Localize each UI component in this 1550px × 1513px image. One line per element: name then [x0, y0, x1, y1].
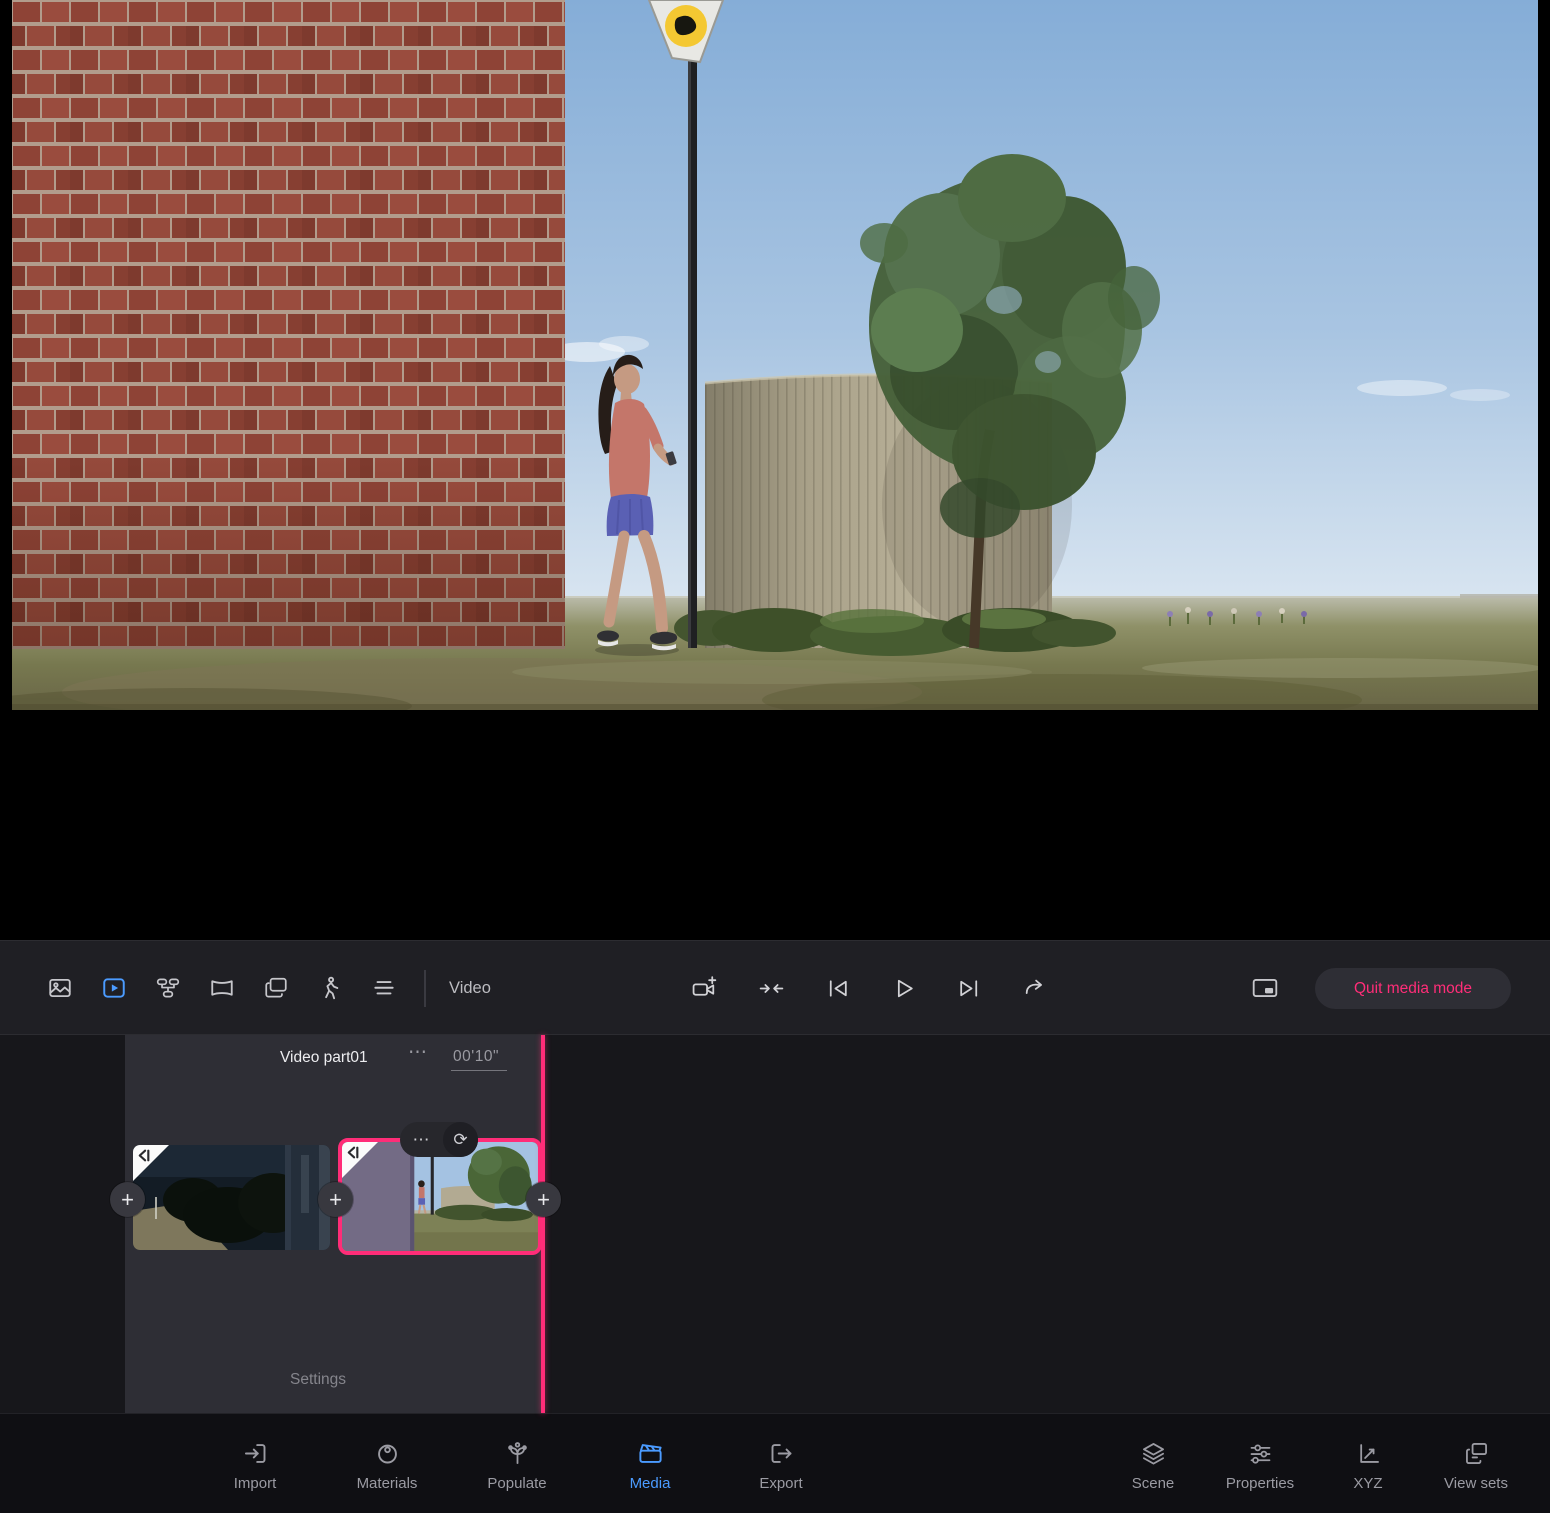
nav-label: Materials — [357, 1475, 418, 1492]
mode-list-button[interactable] — [357, 961, 411, 1015]
skip-to-start-button[interactable] — [810, 961, 864, 1015]
redo-button[interactable] — [1008, 961, 1062, 1015]
render-3d-scene[interactable] — [12, 0, 1538, 710]
walkthrough-icon — [317, 975, 343, 1001]
scene-layers-icon — [1140, 1440, 1167, 1467]
bottom-navigation: Import Materials Populate Media Exp — [0, 1413, 1550, 1513]
more-icon: ⋯ — [413, 1130, 431, 1149]
picture-in-picture-button[interactable] — [1238, 961, 1292, 1015]
add-camera-icon — [692, 975, 719, 1002]
picture-in-picture-icon — [1251, 974, 1279, 1002]
nav-xyz[interactable]: XYZ — [1320, 1414, 1416, 1513]
duration-field[interactable]: 00'10" — [451, 1048, 507, 1071]
toolbar-divider — [424, 970, 426, 1007]
plus-icon: + — [537, 1187, 550, 1212]
more-icon: ⋯ — [408, 1042, 428, 1063]
quit-media-mode-button[interactable]: Quit media mode — [1315, 968, 1511, 1009]
nav-view-sets[interactable]: View sets — [1428, 1414, 1524, 1513]
nav-media-active[interactable]: Media — [602, 1414, 698, 1513]
sequence-icon — [155, 975, 181, 1001]
list-icon — [371, 975, 397, 1001]
video-part-title: Video part01 — [280, 1049, 368, 1067]
view-sets-icon — [1463, 1440, 1490, 1467]
nav-label: XYZ — [1353, 1475, 1382, 1492]
nav-label: Import — [234, 1475, 277, 1492]
properties-sliders-icon — [1247, 1440, 1274, 1467]
plus-icon: + — [121, 1187, 134, 1212]
skip-to-start-icon — [824, 975, 851, 1002]
settings-label[interactable]: Settings — [290, 1371, 346, 1389]
plus-icon: + — [329, 1187, 342, 1212]
export-icon — [768, 1440, 795, 1467]
import-icon — [242, 1440, 269, 1467]
clip-in-marker-icon — [136, 1148, 151, 1163]
viewport[interactable] — [0, 0, 1550, 940]
video-timeline: Video part01 ⋯ 00'10" Settings — [0, 1035, 1550, 1413]
refresh-icon: ⟳ — [453, 1130, 467, 1149]
trim-button[interactable] — [744, 961, 798, 1015]
nav-label: Populate — [487, 1475, 546, 1492]
playback-controls — [678, 961, 1062, 1015]
clip-context-toolbar: ⋯ ⟳ — [400, 1122, 478, 1157]
timeline-clip-1[interactable] — [133, 1145, 330, 1250]
skip-to-end-button[interactable] — [942, 961, 996, 1015]
insert-clip-before-button[interactable]: + — [110, 1182, 145, 1217]
image-stack-icon — [263, 975, 289, 1001]
materials-icon — [374, 1440, 401, 1467]
nav-materials[interactable]: Materials — [339, 1414, 435, 1513]
panorama-icon — [209, 975, 235, 1001]
add-camera-button[interactable] — [678, 961, 732, 1015]
video-part-more-button[interactable]: ⋯ — [408, 1041, 428, 1064]
nav-label: Properties — [1226, 1475, 1294, 1492]
media-toolbar: Video — [0, 940, 1550, 1035]
timeline-playhead[interactable] — [541, 1035, 545, 1413]
clip-refresh-button[interactable]: ⟳ — [443, 1122, 478, 1157]
mode-label: Video — [449, 941, 491, 1036]
xyz-axes-icon — [1355, 1440, 1382, 1467]
clip-in-marker-icon — [345, 1145, 360, 1160]
nav-label: Media — [630, 1475, 671, 1492]
nav-label: Scene — [1132, 1475, 1175, 1492]
clip-more-button[interactable]: ⋯ — [400, 1130, 443, 1150]
media-icon — [637, 1440, 664, 1467]
nav-scene[interactable]: Scene — [1105, 1414, 1201, 1513]
mode-sequence-button[interactable] — [141, 961, 195, 1015]
nav-export[interactable]: Export — [733, 1414, 829, 1513]
nav-label: Export — [759, 1475, 802, 1492]
nav-label: View sets — [1444, 1475, 1508, 1492]
mode-video-button[interactable] — [87, 961, 141, 1015]
nav-import[interactable]: Import — [207, 1414, 303, 1513]
nav-properties[interactable]: Properties — [1212, 1414, 1308, 1513]
mode-panorama-button[interactable] — [195, 961, 249, 1015]
populate-icon — [504, 1440, 531, 1467]
mode-image-button[interactable] — [33, 961, 87, 1015]
image-icon — [47, 975, 73, 1001]
mode-walkthrough-button[interactable] — [303, 961, 357, 1015]
trim-icon — [758, 975, 785, 1002]
redo-icon — [1022, 975, 1049, 1002]
twinmotion-app: Video — [0, 0, 1550, 1513]
insert-clip-between-button[interactable]: + — [318, 1182, 353, 1217]
play-button[interactable] — [876, 961, 930, 1015]
nav-populate[interactable]: Populate — [469, 1414, 565, 1513]
media-mode-switcher — [33, 941, 411, 1034]
insert-clip-after-button[interactable]: + — [526, 1182, 561, 1217]
video-icon — [101, 975, 127, 1001]
skip-to-end-icon — [956, 975, 983, 1002]
mode-image-stack-button[interactable] — [249, 961, 303, 1015]
play-icon — [890, 975, 917, 1002]
brick-wall — [12, 0, 565, 649]
